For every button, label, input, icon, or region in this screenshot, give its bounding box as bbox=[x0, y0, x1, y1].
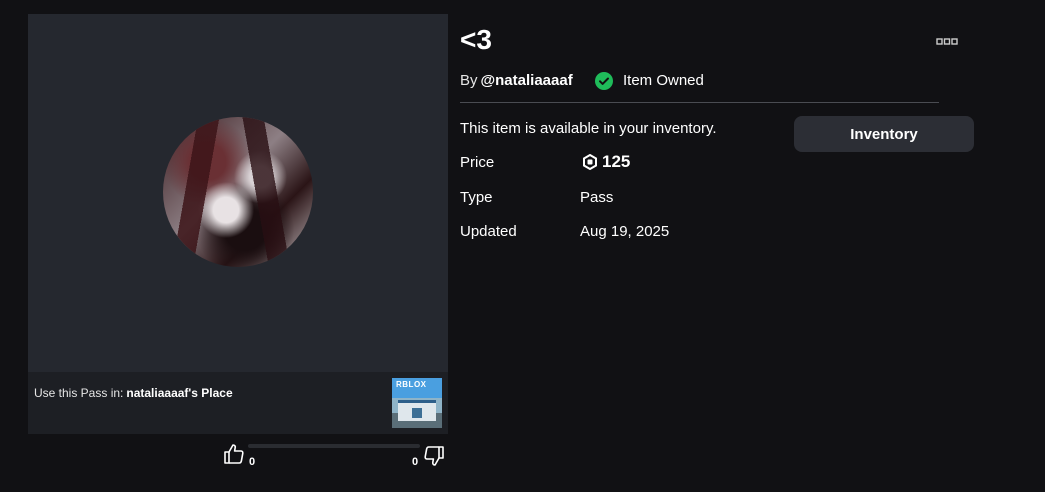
item-owned-label: Item Owned bbox=[623, 72, 704, 89]
more-options-icon[interactable] bbox=[936, 36, 958, 46]
availability-text: This item is available in your inventory… bbox=[460, 120, 717, 137]
price-label: Price bbox=[460, 154, 495, 171]
creator-line: By @nataliaaaaf bbox=[460, 72, 573, 89]
updated-value: Aug 19, 2025 bbox=[580, 223, 670, 240]
type-label: Type bbox=[460, 189, 493, 206]
by-prefix: By bbox=[460, 72, 478, 89]
robux-icon bbox=[583, 154, 597, 170]
item-title: <3 bbox=[460, 24, 492, 55]
item-thumbnail-panel: Use this Pass in: nataliaaaaf's Place RBL… bbox=[28, 14, 448, 434]
use-pass-prefix: Use this Pass in: bbox=[34, 386, 124, 400]
checkmark-circle-icon bbox=[595, 72, 613, 90]
thumbs-up-icon[interactable] bbox=[222, 442, 246, 466]
downvote-count: 0 bbox=[412, 456, 419, 468]
type-value: Pass bbox=[580, 189, 614, 206]
updated-label: Updated bbox=[460, 223, 517, 240]
thumbs-down-icon[interactable] bbox=[422, 444, 446, 468]
vote-row: 0 0 bbox=[220, 440, 450, 470]
use-pass-bar[interactable]: Use this Pass in: nataliaaaaf's Place RBL… bbox=[28, 372, 448, 434]
use-pass-text: Use this Pass in: nataliaaaaf's Place bbox=[34, 386, 233, 400]
place-thumbnail-logo: RBLOX bbox=[396, 380, 427, 389]
place-thumbnail[interactable]: RBLOX bbox=[392, 378, 442, 428]
place-link[interactable]: nataliaaaaf's Place bbox=[126, 386, 232, 400]
inventory-button[interactable]: Inventory bbox=[794, 116, 974, 152]
divider bbox=[460, 102, 939, 103]
pass-thumbnail-image bbox=[163, 117, 313, 267]
upvote-count: 0 bbox=[249, 456, 256, 468]
creator-link[interactable]: @nataliaaaaf bbox=[481, 72, 573, 89]
vote-ratio-bar bbox=[248, 444, 420, 448]
price-value: 125 bbox=[602, 152, 631, 171]
